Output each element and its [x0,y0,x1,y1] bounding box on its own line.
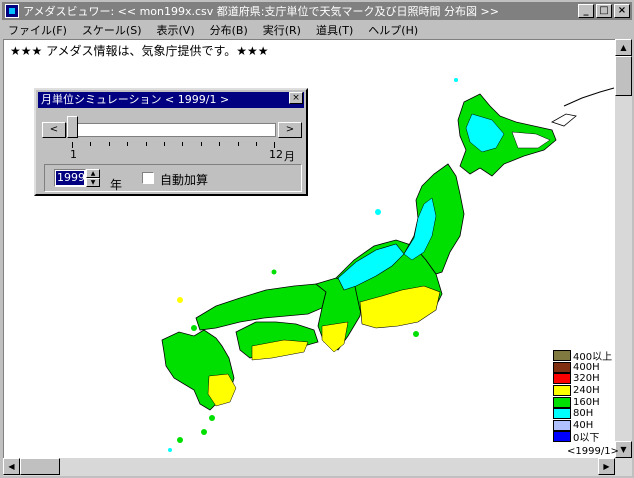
slider-tick [108,142,110,146]
month-next-button[interactable]: > [278,122,302,138]
map-island-izu [413,331,419,337]
app-icon[interactable] [5,4,19,18]
legend-swatch [553,408,571,420]
month-slider-track[interactable] [66,123,276,137]
legend-label: 160H [573,396,600,408]
legend-swatch [553,431,571,443]
map-region-kinki-south [321,321,349,353]
auto-add-checkbox[interactable] [142,172,154,184]
slider-tick [164,142,165,146]
close-button[interactable]: × [614,4,630,18]
year-unit-label: 年 [110,178,123,192]
legend-item: 240H [553,385,615,397]
minimize-button[interactable]: _ [578,4,594,18]
map-island-oki [271,269,277,275]
menu-tools[interactable]: 道具(T) [316,22,353,38]
map-island-amami [177,437,183,443]
slider-unit-label: 月 [284,150,295,163]
legend-item: 80H [553,408,615,420]
slider-tick [200,142,202,146]
legend-swatch [553,396,571,408]
year-input[interactable]: 1999 [54,169,86,187]
map-island-sado [375,209,381,215]
year-value: 1999 [56,171,85,185]
monthly-simulation-dialog: 月単位シミュレーション < 1999/1 > × < > 1 12 月 1999… [34,88,308,196]
year-spin-down[interactable]: ▼ [86,178,100,187]
legend-label: 400H [573,361,600,373]
map-island-rebun [454,78,458,82]
slider-max-label: 12 [269,148,283,161]
title-bar[interactable]: アメダスビュワー: << mon199x.csv 都道府県:支庁単位で天気マーク… [2,2,632,20]
menu-run[interactable]: 実行(R) [263,22,301,38]
vertical-scroll-thumb[interactable] [615,56,632,96]
legend-label: 320H [573,373,600,385]
map-island-yakushima [201,429,207,435]
auto-add-label: 自動加算 [160,173,209,187]
map-island-kunashiri [551,113,577,127]
slider-min-label: 1 [70,148,77,161]
legend-item: 400以上 [553,350,615,363]
legend-item: 320H [553,373,615,385]
horizontal-scrollbar[interactable]: ◀ ▶ [3,458,632,476]
slider-tick [256,142,257,146]
legend-swatch [553,350,571,362]
slider-tick [145,142,147,146]
slider-tick [219,142,221,146]
map-island-north [563,87,615,107]
slider-tick [237,142,239,146]
legend-item: 160H [553,396,615,408]
legend-label: 80H [573,408,594,420]
legend-swatch [553,373,571,385]
legend-swatch [553,419,571,431]
month-prev-button[interactable]: < [42,122,66,138]
menu-file[interactable]: ファイル(F) [8,22,67,38]
app-window: アメダスビュワー: << mon199x.csv 都道府県:支庁単位で天気マーク… [0,0,634,478]
month-slider-thumb[interactable] [67,116,78,138]
window-title: アメダスビュワー: << mon199x.csv 都道府県:支庁単位で天気マーク… [23,5,499,18]
dialog-title: 月単位シミュレーション < 1999/1 > [41,93,230,106]
menu-help[interactable]: ヘルプ(H) [368,22,418,38]
legend-label: 240H [573,385,600,397]
slider-tick [182,142,184,146]
legend-label: 0以下 [573,433,600,445]
slider-tick [127,142,129,146]
legend-date: <1999/1> [567,446,619,457]
year-spin-up[interactable]: ▲ [86,169,100,178]
maximize-button[interactable]: □ [596,4,612,18]
map-island-tanegashima [209,415,215,421]
legend-item: 400H [553,361,615,374]
scroll-left-button[interactable]: ◀ [3,458,20,475]
dialog-title-bar[interactable]: 月単位シミュレーション < 1999/1 > [38,92,304,108]
menu-scale[interactable]: スケール(S) [82,22,142,38]
map-island-ogasawara [168,448,172,452]
sunshine-legend: 400以上 400H 320H 240H 160H 80H 40H 0以下 [553,350,615,445]
legend-swatch [553,361,571,373]
dialog-close-button[interactable]: × [289,92,303,104]
slider-tick [90,142,92,146]
vertical-scrollbar[interactable]: ▲ ▼ [615,39,632,458]
map-island-okinawa [177,297,183,303]
horizontal-scroll-thumb[interactable] [20,458,60,475]
scroll-up-button[interactable]: ▲ [615,39,632,56]
legend-swatch [553,385,571,397]
menu-distribution[interactable]: 分布(B) [210,22,248,38]
legend-item: 0以下 [553,431,615,445]
menu-view[interactable]: 表示(V) [157,22,195,38]
scroll-right-button[interactable]: ▶ [598,458,615,475]
menu-bar: ファイル(F) スケール(S) 表示(V) 分布(B) 実行(R) 道具(T) … [2,20,632,39]
map-island-tsushima [191,325,197,331]
